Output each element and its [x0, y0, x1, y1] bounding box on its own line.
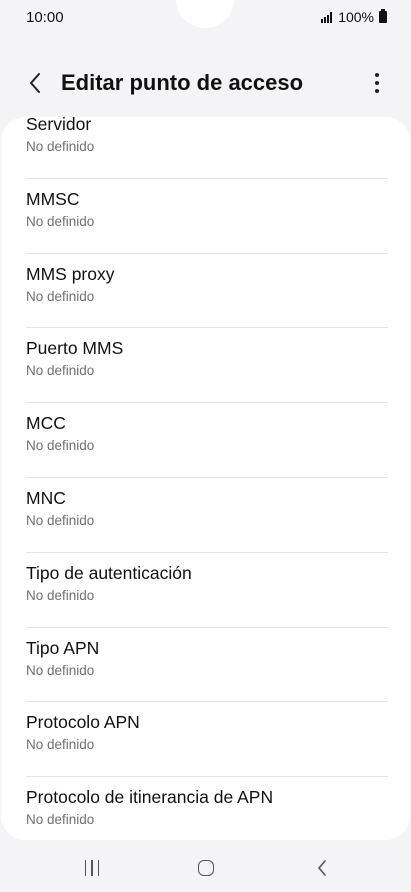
- navigation-bar: [0, 846, 411, 892]
- item-label: MMS proxy: [26, 263, 115, 284]
- settings-list: Servidor No definido MMSC No definido MM…: [1, 117, 410, 840]
- list-item-protocolo-apn[interactable]: Protocolo APN No definido: [1, 702, 410, 778]
- list-item-protocolo-itinerancia-apn[interactable]: Protocolo de itinerancia de APN No defin…: [1, 777, 410, 840]
- camera-notch: [176, 0, 234, 28]
- item-label: MCC: [26, 413, 66, 434]
- battery-icon: [379, 9, 387, 23]
- item-value: No definido: [26, 288, 95, 304]
- item-label: Puerto MMS: [26, 338, 124, 359]
- signal-icon: [321, 11, 333, 23]
- list-item-mnc[interactable]: MNC No definido: [1, 478, 410, 553]
- item-value: No definido: [26, 213, 95, 229]
- item-value: No definido: [26, 438, 95, 454]
- list-item-tipo-apn[interactable]: Tipo APN No definido: [1, 628, 410, 703]
- list-item-puerto-mms[interactable]: Puerto MMS No definido: [1, 328, 410, 404]
- more-vertical-icon: [375, 73, 379, 77]
- list-item-mcc[interactable]: MCC No definido: [1, 403, 410, 478]
- settings-list-card: Servidor No definido MMSC No definido MM…: [1, 117, 410, 840]
- app-bar: Editar punto de acceso: [0, 60, 411, 106]
- nav-back-button[interactable]: [312, 856, 332, 880]
- item-label: Servidor: [26, 117, 92, 134]
- status-bar: 10:00 100%: [0, 0, 411, 36]
- item-label: MNC: [26, 487, 66, 508]
- back-icon: [318, 860, 326, 876]
- list-item-tipo-autenticacion[interactable]: Tipo de autenticación No definido: [1, 553, 410, 628]
- recents-button[interactable]: [80, 856, 104, 880]
- status-time: 10:00: [26, 9, 64, 26]
- more-options-button[interactable]: [365, 68, 389, 98]
- item-value: No definido: [26, 662, 95, 678]
- item-value: No definido: [26, 812, 95, 828]
- list-item-servidor[interactable]: Servidor No definido: [1, 117, 410, 179]
- item-value: No definido: [26, 737, 95, 753]
- list-item-mmsc[interactable]: MMSC No definido: [1, 179, 410, 254]
- item-value: No definido: [26, 512, 95, 528]
- status-indicators: 100%: [321, 9, 387, 25]
- item-label: MMSC: [26, 188, 80, 209]
- list-item-mms-proxy[interactable]: MMS proxy No definido: [1, 254, 410, 329]
- page-title: Editar punto de acceso: [61, 70, 304, 95]
- battery-percentage: 100%: [338, 9, 374, 25]
- chevron-left-icon: [30, 73, 40, 93]
- item-value: No definido: [26, 139, 95, 154]
- screen: 10:00 100% Editar punto de acceso Servid…: [0, 0, 411, 892]
- item-label: Tipo de autenticación: [26, 562, 192, 583]
- item-label: Protocolo APN: [26, 712, 140, 733]
- recents-icon: [84, 860, 87, 876]
- item-value: No definido: [26, 363, 95, 379]
- back-button[interactable]: [22, 68, 48, 98]
- home-icon: [198, 860, 214, 876]
- item-value: No definido: [26, 587, 95, 603]
- item-label: Protocolo de itinerancia de APN: [26, 787, 274, 808]
- item-label: Tipo APN: [26, 637, 100, 658]
- home-button[interactable]: [196, 856, 216, 880]
